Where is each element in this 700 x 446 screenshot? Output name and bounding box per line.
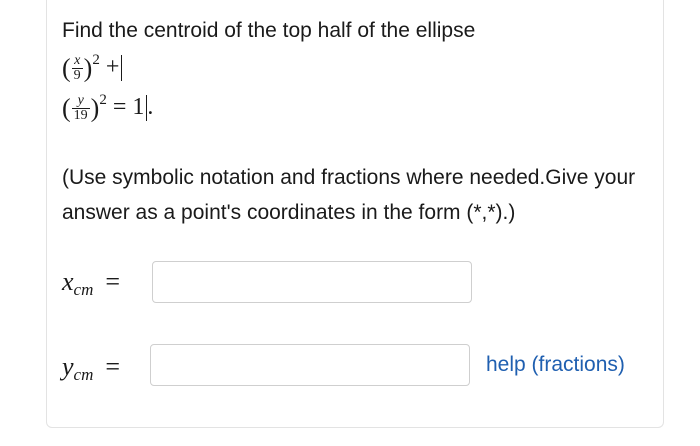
- open-paren: (: [62, 53, 71, 83]
- text-cursor: [121, 55, 123, 82]
- fraction-numerator: y: [71, 93, 90, 109]
- plus-operator: +: [99, 54, 120, 80]
- fraction-denominator: 19: [73, 107, 88, 123]
- subscript-cm: cm: [73, 280, 94, 299]
- exponent: 2: [92, 52, 100, 68]
- open-paren: (: [62, 93, 71, 123]
- fraction-x-over-9: x9: [71, 53, 83, 83]
- y-cm-label: ycm =: [62, 352, 120, 385]
- period: .: [147, 94, 154, 120]
- fraction-denominator: 9: [73, 67, 81, 83]
- x-cm-label: xcm =: [62, 267, 120, 300]
- ellipse-equation-line-1: (x 9)2 +: [62, 52, 123, 83]
- help-fractions-link[interactable]: help (fractions): [486, 353, 625, 377]
- ellipse-equation-line-2: (y 19)2 = 1.: [62, 92, 153, 123]
- equals-one: = 1: [106, 94, 145, 120]
- exponent: 2: [99, 92, 107, 108]
- variable-x: x: [62, 267, 74, 296]
- fraction-y-over-19: y 19: [71, 93, 90, 123]
- answer-instructions: (Use symbolic notation and fractions whe…: [62, 166, 636, 224]
- fraction-numerator: x: [71, 53, 83, 69]
- variable-y: y: [62, 352, 74, 381]
- equals-sign: =: [105, 267, 121, 296]
- x-cm-input[interactable]: [152, 261, 472, 303]
- subscript-cm: cm: [73, 365, 94, 384]
- y-cm-input[interactable]: [150, 344, 470, 386]
- question-prompt: Find the centroid of the top half of the…: [62, 19, 476, 42]
- equals-sign: =: [105, 352, 121, 381]
